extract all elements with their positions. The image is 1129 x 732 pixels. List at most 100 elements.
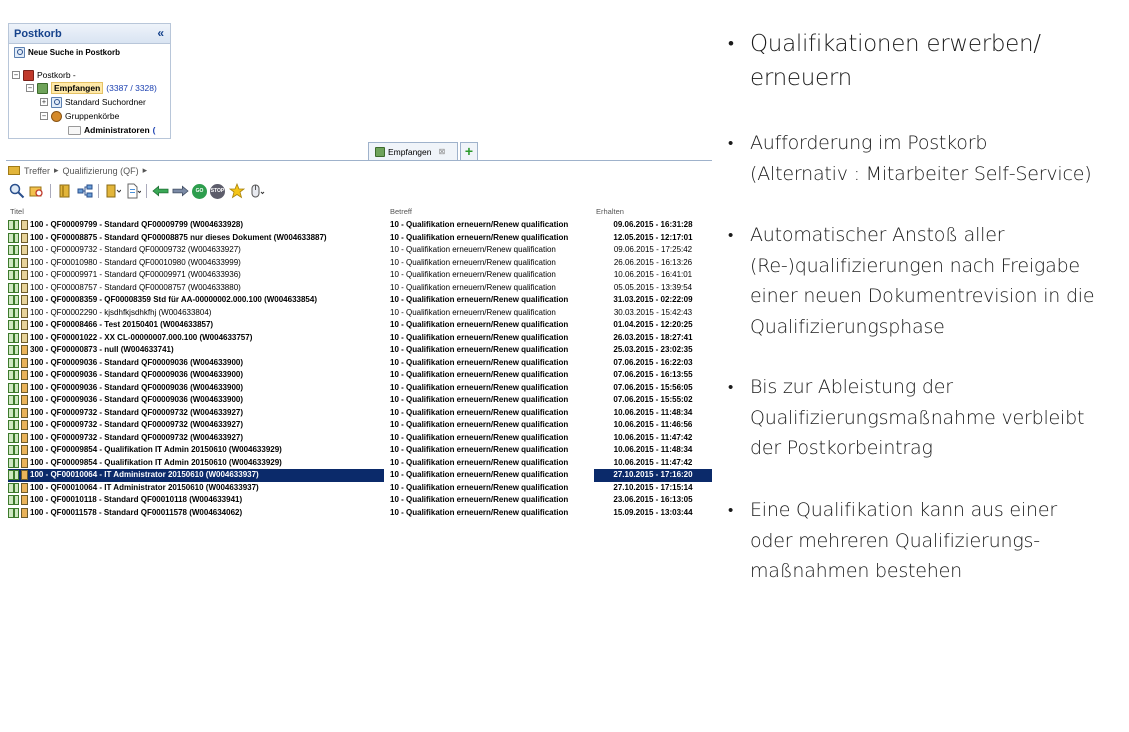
cell-subject: 10 - Qualifikation erneuern/Renew qualif…: [390, 470, 569, 479]
tree-item-gruppenkoerbe[interactable]: − Gruppenkörbe: [40, 110, 119, 122]
document-icon: [21, 220, 28, 231]
cell-subject: 10 - Qualifikation erneuern/Renew qualif…: [390, 332, 569, 342]
column-header-received[interactable]: Erhalten: [596, 207, 624, 216]
search-icon[interactable]: [8, 183, 25, 200]
bullet-line: Bis zur Ableistung der: [750, 376, 953, 398]
cell-title: 100 - QF00001022 - XX CL-00000007.000.10…: [8, 332, 384, 345]
column-header-subject[interactable]: Betreff: [390, 207, 412, 216]
toolbar-separator: [146, 184, 147, 198]
table-row[interactable]: 300 - QF00000873 - null (W004633741) 10 -…: [6, 344, 712, 357]
close-tab-icon[interactable]: ⊠: [438, 147, 445, 156]
cell-subject: 10 - Qualifikation erneuern/Renew qualif…: [390, 395, 569, 404]
title-text: 100 - QF00008466 - Test 20150401 (W00463…: [30, 320, 214, 329]
table-row[interactable]: 100 - QF00009732 - Standard QF00009732 (…: [6, 244, 712, 257]
inbox-icon: [37, 82, 48, 94]
qualification-icon: [8, 495, 19, 506]
title-text: 100 - QF00001022 - XX CL-00000007.000.10…: [30, 332, 253, 342]
tree-item-administratoren[interactable]: Administratoren (: [68, 124, 156, 136]
title-text: 100 - QF00009799 - Standard QF00009799 (…: [30, 220, 244, 229]
table-row[interactable]: 100 - QF00002290 - kjsdhfkjsdhkfhj (W004…: [6, 307, 712, 320]
table-row[interactable]: 100 - QF00009971 - Standard QF00009971 (…: [6, 269, 712, 282]
table-row[interactable]: 100 - QF00008875 - Standard QF00008875 n…: [6, 232, 712, 245]
bullet-line: Aufforderung im Postkorb: [750, 132, 988, 154]
table-row[interactable]: 100 - QF00009732 - Standard QF00009732 (…: [6, 432, 712, 445]
search-folder-icon[interactable]: [28, 183, 45, 200]
title-text: 100 - QF00009732 - Standard QF00009732 (…: [30, 432, 244, 442]
table-row[interactable]: 100 - QF00011578 - Standard QF00011578 (…: [6, 507, 712, 520]
title-text: 100 - QF00009854 - Qualifikation IT Admi…: [30, 445, 282, 454]
collapse-toggle-icon[interactable]: −: [26, 84, 34, 92]
collapse-toggle-icon[interactable]: −: [12, 71, 20, 79]
table-row[interactable]: 100 - QF00009854 - Qualifikation IT Admi…: [6, 457, 712, 470]
tree-item-postkorb[interactable]: − Postkorb -: [12, 69, 76, 81]
mouse-dropdown-icon[interactable]: [248, 183, 265, 200]
qualification-icon: [8, 307, 19, 318]
title-text: 100 - QF00010118 - Standard QF00010118 (…: [30, 495, 243, 504]
table-row[interactable]: 100 - QF00010064 - IT Administrator 2015…: [6, 482, 712, 495]
title-text: 100 - QF00009732 - Standard QF00009732 (…: [30, 407, 244, 417]
table-row[interactable]: 100 - QF00010980 - Standard QF00010980 (…: [6, 257, 712, 270]
table-row[interactable]: 100 - QF00009036 - Standard QF00009036 (…: [6, 357, 712, 370]
go-button[interactable]: GO: [192, 183, 207, 199]
table-row[interactable]: 100 - QF00010118 - Standard QF00010118 (…: [6, 494, 712, 507]
table-row[interactable]: 100 - QF00001022 - XX CL-00000007.000.10…: [6, 332, 712, 345]
cell-title: 100 - QF00010064 - IT Administrator 2015…: [8, 482, 384, 495]
arrow-left-icon[interactable]: [152, 183, 169, 200]
bullet-line: Qualifizierungsmaßnahme verbleibt: [750, 406, 1085, 429]
group-icon: [21, 495, 28, 506]
expand-toggle-icon[interactable]: +: [40, 98, 48, 106]
collapse-toggle-icon[interactable]: −: [40, 112, 48, 120]
table-row[interactable]: 100 - QF00009036 - Standard QF00009036 (…: [6, 369, 712, 382]
cell-title: 100 - QF00009971 - Standard QF00009971 (…: [8, 269, 384, 282]
cell-subject: 10 - Qualifikation erneuern/Renew qualif…: [390, 407, 569, 417]
tree-item-label: Administratoren: [84, 125, 150, 135]
bullet-line: Qualifikationen erwerben/: [750, 31, 1041, 57]
toolbar: GO STOP: [8, 181, 265, 201]
bullet-item: • Eine Qualifikation kann aus einer oder…: [728, 495, 1057, 587]
bullet-marker: •: [728, 501, 734, 519]
tab-label: Empfangen: [388, 146, 432, 157]
cell-received: 31.03.2015 - 02:22:09: [613, 295, 693, 304]
new-search-link[interactable]: Neue Suche in Postkorb: [14, 47, 120, 58]
document-dropdown-icon[interactable]: [104, 183, 121, 200]
table-row[interactable]: 100 - QF00008359 - QF00008359 Std für AA…: [6, 294, 712, 307]
add-tab-button[interactable]: +: [460, 142, 478, 160]
group-icon: [21, 370, 28, 381]
table-row[interactable]: 100 - QF00008466 - Test 20150401 (W00463…: [6, 319, 712, 332]
table-row[interactable]: 100 - QF00009854 - Qualifikation IT Admi…: [6, 444, 712, 457]
breadcrumb-item-qualifizierung[interactable]: Qualifizierung (QF): [63, 166, 139, 176]
toolbar-separator: [98, 184, 99, 198]
table-row[interactable]: 100 - QF00009036 - Standard QF00009036 (…: [6, 394, 712, 407]
title-text: 100 - QF00009036 - Standard QF00009036 (…: [30, 382, 244, 392]
cell-received: 09.06.2015 - 16:31:28: [613, 220, 693, 229]
bullet-line: erneuern: [750, 65, 852, 91]
stop-button[interactable]: STOP: [210, 183, 225, 199]
collapse-panel-button[interactable]: «: [157, 26, 164, 40]
tab-empfangen[interactable]: Empfangen ⊠: [368, 142, 458, 160]
postkorb-title: Postkorb: [14, 28, 62, 40]
results-panel: Treffer ▸ Qualifizierung (QF) ▸ GO STOP …: [6, 160, 712, 526]
table-row[interactable]: 100 - QF00010064 - IT Administrator 2015…: [6, 469, 712, 482]
star-icon[interactable]: [228, 183, 245, 200]
group-icon: [21, 420, 28, 431]
arrow-right-icon[interactable]: [172, 183, 189, 200]
bullet-line: Automatischer Anstoß aller: [750, 224, 1005, 246]
table-row[interactable]: 100 - QF00008757 - Standard QF00008757 (…: [6, 282, 712, 295]
admin-count: (: [152, 125, 156, 135]
breadcrumb-item-treffer[interactable]: Treffer: [24, 166, 50, 176]
tree-item-empfangen[interactable]: − Empfangen (3387 / 3328): [26, 82, 157, 94]
qualification-icon: [8, 382, 19, 393]
tree-structure-icon[interactable]: [76, 183, 93, 200]
column-header-title[interactable]: Titel: [10, 207, 24, 216]
tree-item-standard-suchordner[interactable]: + Standard Suchordner: [40, 96, 146, 108]
title-text: 100 - QF00010980 - Standard QF00010980 (…: [30, 257, 241, 267]
table-row[interactable]: 100 - QF00009732 - Standard QF00009732 (…: [6, 407, 712, 420]
cell-subject: 10 - Qualifikation erneuern/Renew qualif…: [390, 320, 569, 329]
table-row[interactable]: 100 - QF00009036 - Standard QF00009036 (…: [6, 382, 712, 395]
new-document-icon[interactable]: [124, 183, 141, 200]
book-icon[interactable]: [56, 183, 73, 200]
table-row[interactable]: 100 - QF00009732 - Standard QF00009732 (…: [6, 419, 712, 432]
inbox-count: (3387 / 3328): [106, 83, 157, 93]
cell-received: 30.03.2015 - 15:42:43: [613, 307, 693, 317]
table-row[interactable]: 100 - QF00009799 - Standard QF00009799 (…: [6, 219, 712, 232]
